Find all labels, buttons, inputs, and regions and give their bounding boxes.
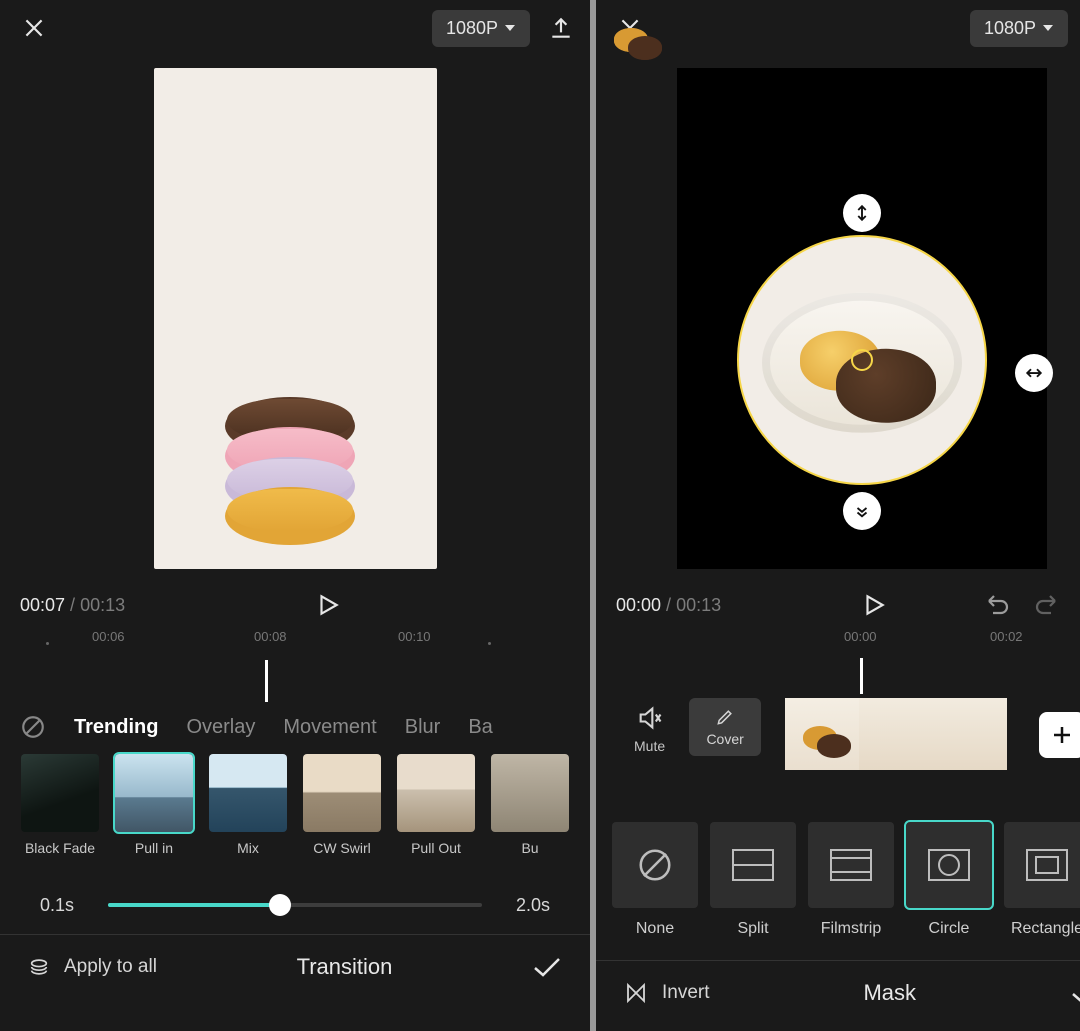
mask-filmstrip[interactable]: Filmstrip bbox=[808, 822, 894, 960]
thumb-pull-in[interactable]: Pull in bbox=[114, 754, 194, 874]
clip-strip[interactable] bbox=[785, 698, 1007, 770]
play-button[interactable] bbox=[861, 592, 887, 618]
category-tabs: Trending Overlay Movement Blur Ba bbox=[0, 702, 590, 752]
timeline-ruler[interactable]: 00:06 00:08 00:10 bbox=[0, 630, 590, 702]
redo-button[interactable] bbox=[1034, 593, 1060, 617]
preview-content bbox=[225, 397, 365, 545]
mute-button[interactable]: Mute bbox=[634, 704, 665, 754]
top-bar: 1080P bbox=[0, 0, 590, 56]
resolution-label: 1080P bbox=[984, 18, 1036, 39]
playhead[interactable] bbox=[265, 660, 268, 702]
preview-canvas[interactable] bbox=[154, 68, 437, 569]
playback-controls: 00:07 / 00:13 bbox=[0, 580, 590, 630]
timecode: 00:07 / 00:13 bbox=[20, 595, 125, 616]
close-button[interactable] bbox=[16, 10, 52, 46]
cover-button[interactable]: Cover bbox=[689, 698, 761, 756]
preview-canvas[interactable] bbox=[677, 68, 1047, 569]
mask-circle[interactable]: Circle bbox=[906, 822, 992, 960]
chevron-down-icon bbox=[504, 23, 516, 33]
export-button[interactable] bbox=[548, 15, 574, 41]
mask-shape[interactable] bbox=[737, 235, 987, 485]
thumb-mix[interactable]: Mix bbox=[208, 754, 288, 874]
playhead[interactable] bbox=[860, 658, 863, 694]
transition-panel: 1080P 00:07 / 00:13 00:06 00 bbox=[0, 0, 590, 1031]
tab-overlay[interactable]: Overlay bbox=[186, 716, 255, 739]
timeline-ruler[interactable]: 00:00 00:02 bbox=[596, 630, 1080, 694]
mask-split[interactable]: Split bbox=[710, 822, 796, 960]
duration-slider-row: 0.1s 2.0s bbox=[0, 876, 590, 934]
confirm-button[interactable] bbox=[1070, 981, 1080, 1005]
thumb-black-fade[interactable]: Black Fade bbox=[20, 754, 100, 874]
mask-right-handle[interactable] bbox=[1015, 354, 1053, 392]
mask-panel: 1080P bbox=[596, 0, 1080, 1031]
mask-rectangle[interactable]: Rectangle bbox=[1004, 822, 1080, 960]
bottom-bar: Invert Mask bbox=[596, 960, 1080, 1024]
tab-trending[interactable]: Trending bbox=[74, 716, 158, 739]
undo-button[interactable] bbox=[984, 593, 1010, 617]
chevron-down-icon bbox=[1042, 23, 1054, 33]
confirm-button[interactable] bbox=[532, 955, 562, 979]
current-time: 00:07 bbox=[20, 595, 65, 615]
current-time: 00:00 bbox=[616, 595, 661, 615]
mask-bottom-handle[interactable] bbox=[843, 492, 881, 530]
panel-title: Transition bbox=[157, 954, 532, 980]
stack-icon bbox=[28, 956, 50, 978]
panel-title: Mask bbox=[710, 980, 1070, 1006]
mask-none[interactable]: None bbox=[612, 822, 698, 960]
timeline-track: Mute Cover bbox=[596, 694, 1080, 806]
bottom-bar: Apply to all Transition bbox=[0, 934, 590, 998]
preview-area bbox=[0, 56, 590, 580]
transition-thumbnails: Black Fade Pull in Mix CW Swirl Pull Out… bbox=[0, 752, 590, 876]
none-icon[interactable] bbox=[20, 714, 46, 740]
duration: 00:13 bbox=[676, 595, 721, 615]
tab-blur[interactable]: Blur bbox=[405, 716, 441, 739]
tab-more[interactable]: Ba bbox=[468, 716, 492, 739]
invert-button[interactable]: Invert bbox=[624, 981, 710, 1005]
mask-options: None Split Filmstrip Circle Rectangle bbox=[596, 806, 1080, 960]
timecode: 00:00 / 00:13 bbox=[616, 595, 721, 616]
thumb-cw-swirl[interactable]: CW Swirl bbox=[302, 754, 382, 874]
mask-center-handle[interactable] bbox=[851, 349, 873, 371]
playback-controls: 00:00 / 00:13 bbox=[596, 580, 1080, 630]
mask-top-handle[interactable] bbox=[843, 194, 881, 232]
speaker-icon bbox=[636, 704, 664, 732]
apply-to-all-button[interactable]: Apply to all bbox=[28, 956, 157, 978]
top-bar: 1080P bbox=[596, 0, 1080, 56]
slider-max: 2.0s bbox=[500, 895, 550, 916]
tab-movement[interactable]: Movement bbox=[283, 716, 376, 739]
thumb-pull-out[interactable]: Pull Out bbox=[396, 754, 476, 874]
duration: 00:13 bbox=[80, 595, 125, 615]
resolution-dropdown[interactable]: 1080P bbox=[432, 10, 530, 47]
slider-min: 0.1s bbox=[40, 895, 90, 916]
thumb-more[interactable]: Bu bbox=[490, 754, 570, 874]
invert-icon bbox=[624, 981, 648, 1005]
resolution-label: 1080P bbox=[446, 18, 498, 39]
slider-handle[interactable] bbox=[269, 894, 291, 916]
resolution-dropdown[interactable]: 1080P bbox=[970, 10, 1068, 47]
pencil-icon bbox=[715, 707, 735, 727]
duration-slider[interactable] bbox=[108, 903, 482, 907]
add-clip-button[interactable] bbox=[1039, 712, 1080, 758]
preview-area bbox=[596, 56, 1080, 580]
play-button[interactable] bbox=[315, 592, 341, 618]
